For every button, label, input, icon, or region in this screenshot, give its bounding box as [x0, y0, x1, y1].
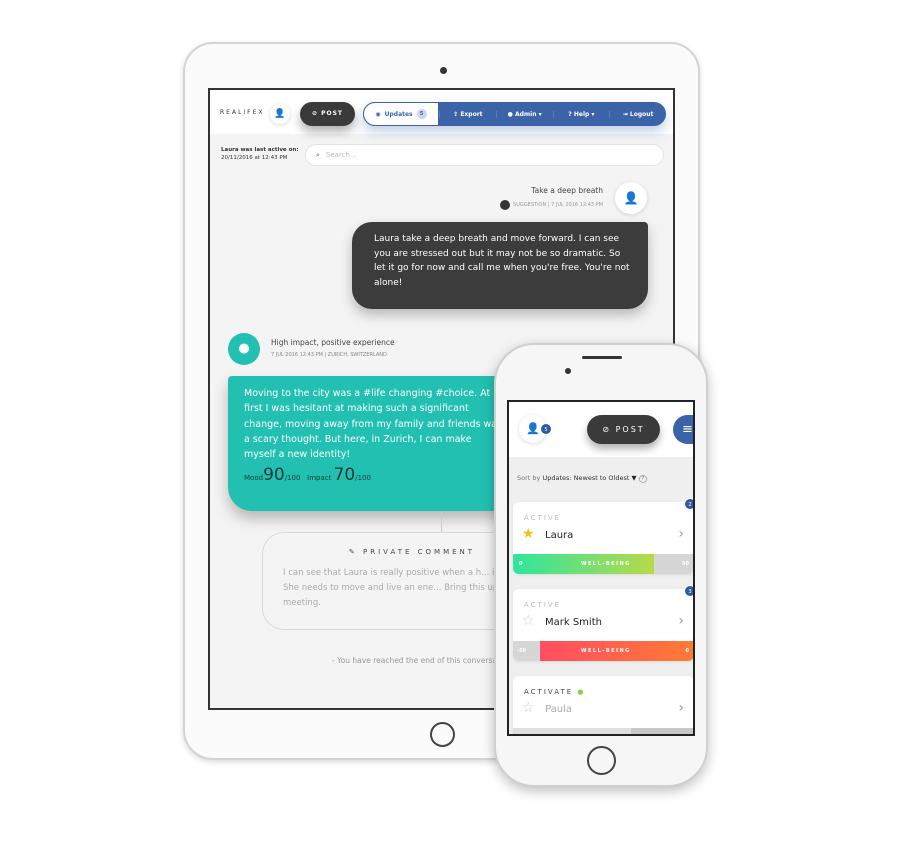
client-card-paula[interactable]: ACTIVATE ● ☆ Paula ›: [513, 676, 693, 734]
hamburger-icon: ≡: [682, 422, 693, 437]
wellbeing-bar: -50 WELL-BEING 0: [513, 641, 693, 661]
post-button[interactable]: ⊘ POST: [300, 102, 355, 126]
user-avatar-icon[interactable]: 👤: [270, 104, 290, 124]
sort-dropdown[interactable]: Sort by Updates: Newest to Oldest ▼ ?: [517, 474, 648, 483]
experience-card[interactable]: Moving to the city was a #life changing …: [228, 376, 528, 511]
phone-home-button[interactable]: [587, 746, 616, 775]
impact-score: 70: [333, 465, 356, 486]
compass-icon: [500, 200, 511, 210]
phone-screen: 👤 5 ⊘ POST ≡ Sort by Updates: Newest to …: [507, 400, 695, 736]
chevron-right-icon: ›: [678, 700, 684, 716]
tab-updates[interactable]: ◉ Updates 5: [363, 102, 439, 126]
mood-score: 90: [263, 465, 285, 486]
star-outline-icon[interactable]: ☆: [522, 700, 535, 716]
search-input[interactable]: ⌕ Search...: [305, 144, 664, 166]
last-active-date: 20/11/2016 at 12:43 PM: [221, 155, 288, 161]
plus-circle-icon[interactable]: ●: [577, 688, 585, 696]
compass-icon: ⊘: [602, 425, 616, 434]
end-of-conversation: - You have reached the end of this conve…: [332, 656, 512, 665]
nav-logout[interactable]: ⇥ Logout: [609, 110, 666, 118]
suggestion-meta: SUGGESTION | 7 JUL 2016 12:43 PM: [500, 200, 603, 210]
user-icon: ●: [507, 110, 515, 118]
avatar-badge: 5: [540, 423, 552, 435]
tablet-camera: [440, 67, 447, 74]
phone-speaker: [582, 356, 622, 359]
thread-line: [441, 511, 442, 533]
client-card-mark-smith[interactable]: ACTIVE ☆ Mark Smith › -50 WELL-BEING 0: [513, 589, 693, 661]
star-filled-icon[interactable]: ★: [522, 526, 535, 542]
nav-admin[interactable]: ● Admin ▾: [495, 110, 553, 118]
star-outline-icon[interactable]: ☆: [522, 613, 535, 629]
card-badge: 2: [684, 498, 693, 510]
experience-title: High impact, positive experience: [271, 338, 395, 347]
menu-button[interactable]: ≡: [673, 415, 693, 444]
last-active-label: Laura was last active on:: [221, 147, 299, 153]
help-icon[interactable]: ?: [638, 475, 648, 483]
nav-help[interactable]: ? Help ▾: [552, 110, 610, 118]
logout-icon: ⇥: [622, 110, 630, 118]
phone-header: 👤 5 ⊘ POST ≡: [509, 402, 693, 457]
experience-text: Moving to the city was a #life changing …: [244, 388, 503, 461]
post-button[interactable]: ⊘ POST: [587, 415, 660, 444]
experience-scores: Mood90/100 Impact 70/100: [244, 465, 371, 486]
compass-icon: ⊘: [311, 110, 322, 117]
suggestion-title: Take a deep breath: [531, 186, 603, 195]
card-badge: 3: [684, 585, 693, 597]
edit-icon: ✎: [348, 548, 363, 556]
wellbeing-bar: 0 WELL-BEING 50: [513, 554, 693, 574]
chevron-right-icon: ›: [678, 526, 684, 542]
wellbeing-fill: [630, 728, 693, 734]
wellbeing-bar: [513, 728, 693, 734]
nav-export[interactable]: ⇪ Export: [439, 110, 496, 118]
main-nav: ◉ Updates 5 ⇪ Export ● Admin ▾ ? Help ▾ ⇥ …: [363, 102, 666, 126]
drop-icon: ●: [228, 333, 260, 365]
brand-logo: REALIFEX: [220, 109, 265, 116]
experience-meta: 7 JUL 2016 12:43 PM | ZURICH, SWITZERLAN…: [271, 352, 387, 358]
search-icon: ⌕: [316, 150, 320, 159]
header: REALIFEX 👤 ⊘ POST ◉ Updates 5 ⇪ Export ● A…: [210, 90, 673, 134]
counselor-avatar: 👤: [615, 182, 647, 214]
updates-badge: 5: [416, 109, 427, 119]
eye-icon: ◉: [375, 110, 381, 118]
phone-camera: [565, 368, 571, 374]
chevron-right-icon: ›: [678, 613, 684, 629]
caret-down-icon: ▼: [631, 474, 637, 482]
suggestion-bubble: Laura take a deep breath and move forwar…: [352, 222, 648, 309]
client-card-laura[interactable]: ACTIVE ★ Laura › 0 WELL-BEING 50: [513, 502, 693, 574]
tablet-home-button[interactable]: [430, 722, 455, 747]
